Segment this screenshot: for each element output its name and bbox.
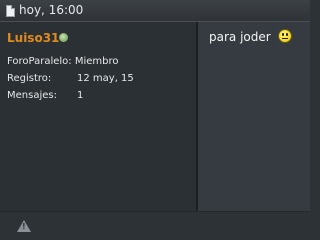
- post-message: para joder: [209, 30, 271, 44]
- mensajes-label: Mensajes:: [7, 90, 57, 101]
- user-info-panel: Luiso31 ForoParalelo: Miembro Registro: …: [0, 22, 196, 211]
- post-footer: [0, 211, 310, 240]
- post-header: hoy, 16:00: [0, 0, 310, 22]
- smiley-mouth: [282, 38, 288, 39]
- post-content: para joder: [198, 22, 310, 211]
- mensajes-value: 1: [77, 90, 84, 101]
- smiley-icon: [278, 29, 292, 43]
- username-link[interactable]: Luiso31: [7, 31, 59, 45]
- post-timestamp: hoy, 16:00: [19, 3, 84, 17]
- registro-label: Registro:: [7, 73, 52, 84]
- smiley-left-eye: [282, 33, 284, 36]
- online-status-icon: [59, 33, 68, 42]
- smiley-right-eye: [286, 33, 288, 36]
- registro-value: 12 may, 15: [77, 73, 134, 84]
- warning-icon[interactable]: [17, 220, 31, 232]
- user-role: ForoParalelo: Miembro: [7, 56, 119, 67]
- document-icon: [6, 5, 15, 17]
